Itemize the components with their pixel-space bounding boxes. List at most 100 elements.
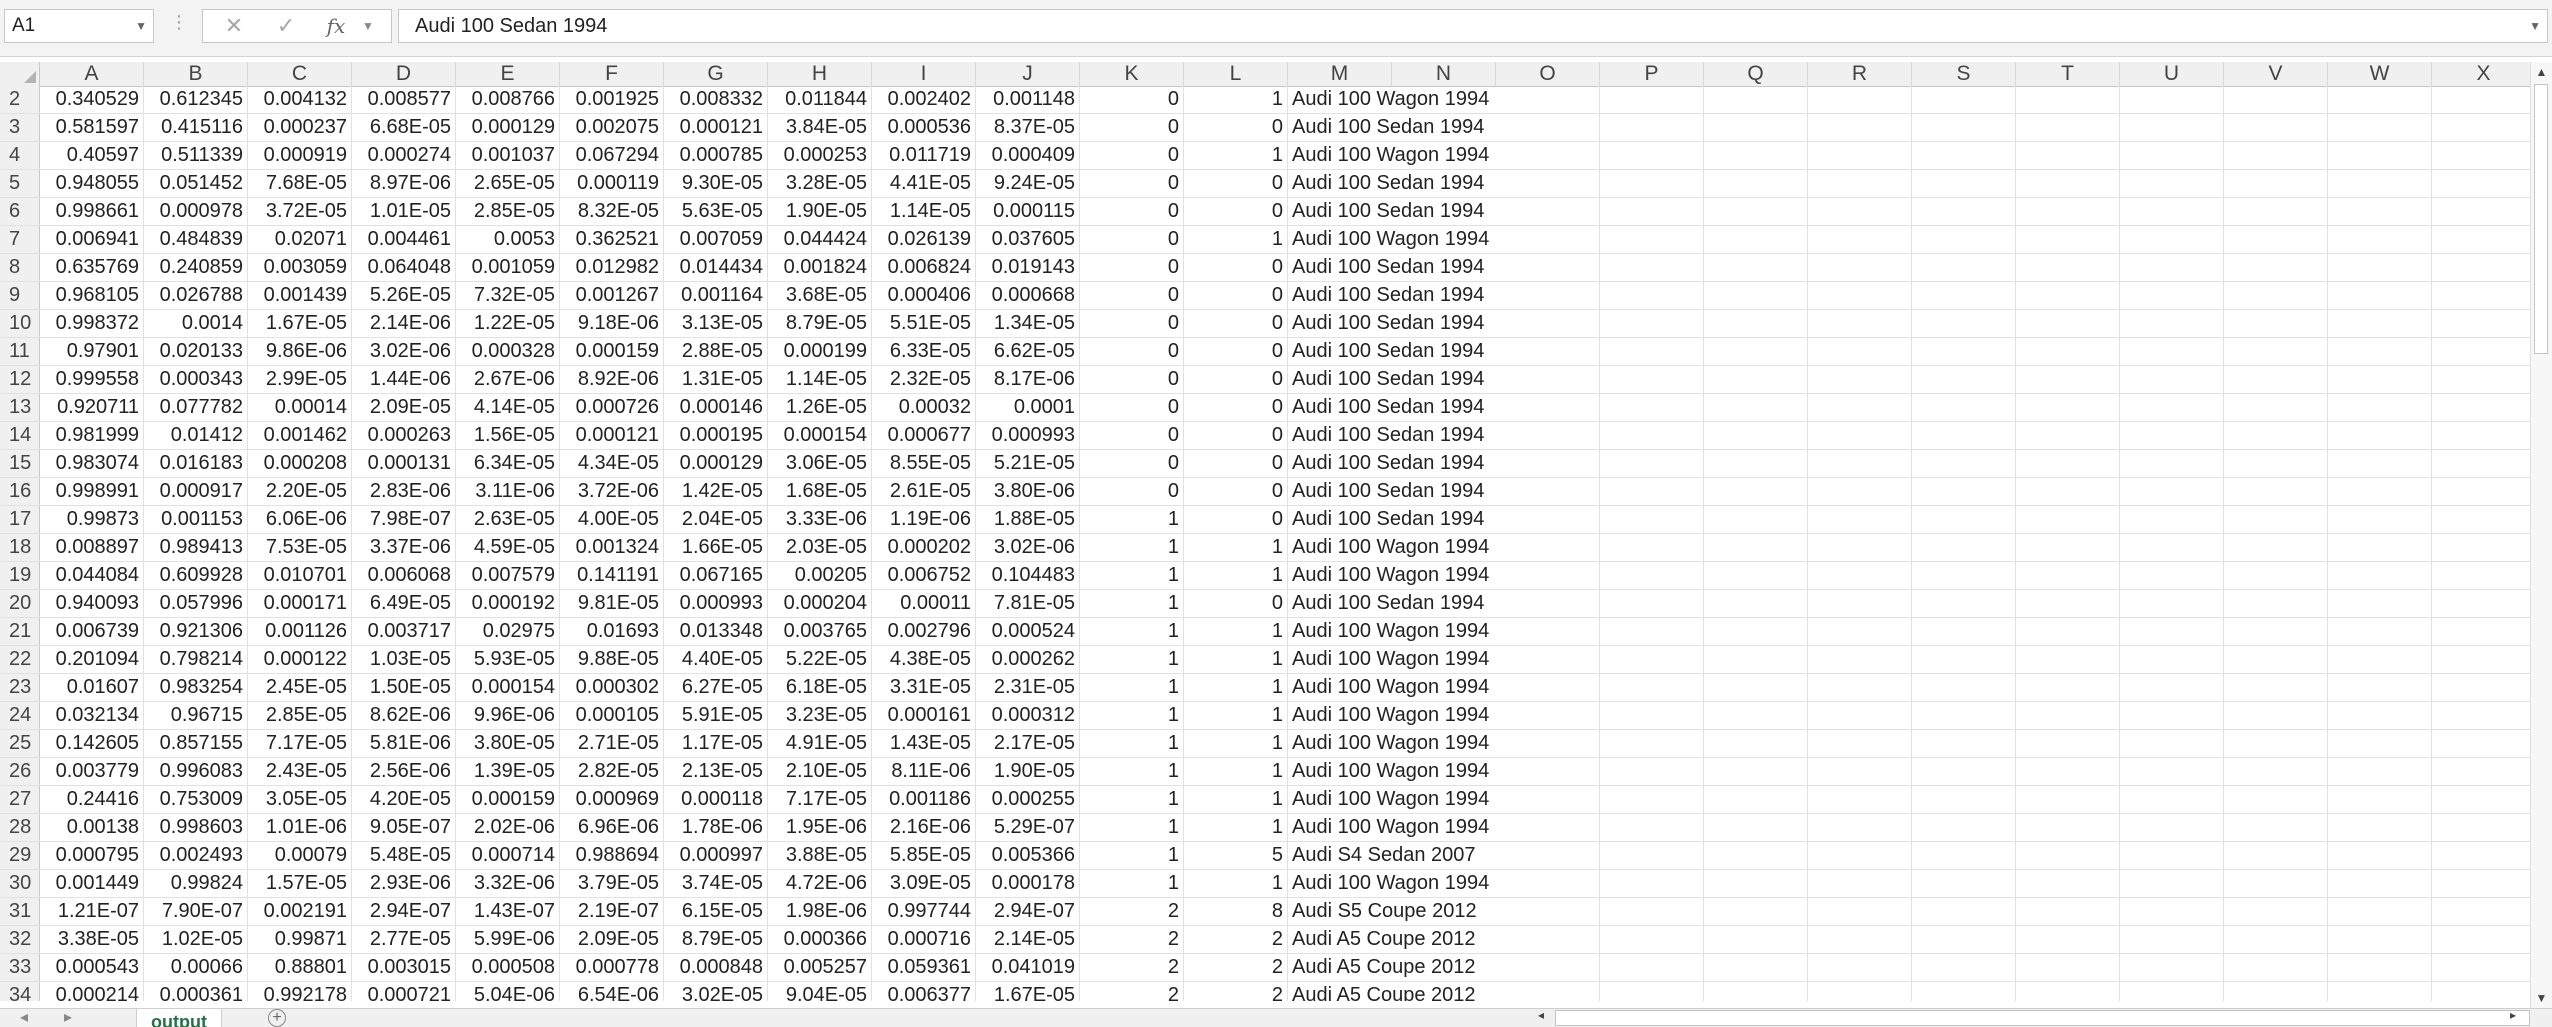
cell-g[interactable]: 0.000785 xyxy=(664,142,768,169)
cell-d[interactable]: 1.44E-06 xyxy=(352,366,456,393)
cell-m[interactable]: Audi A5 Coupe 2012 xyxy=(1288,926,1496,953)
cell-p[interactable] xyxy=(1600,590,1704,617)
cell-e[interactable]: 0.000192 xyxy=(456,590,560,617)
cell-t[interactable] xyxy=(2016,954,2120,981)
cell-u[interactable] xyxy=(2120,786,2224,813)
cell-v[interactable] xyxy=(2224,114,2328,141)
cell-v[interactable] xyxy=(2224,730,2328,757)
cell-d[interactable]: 8.62E-06 xyxy=(352,702,456,729)
cell-w[interactable] xyxy=(2328,814,2432,841)
cell-v[interactable] xyxy=(2224,310,2328,337)
cell-v[interactable] xyxy=(2224,786,2328,813)
cell-p[interactable] xyxy=(1600,562,1704,589)
cell-a[interactable]: 0.940093 xyxy=(40,590,144,617)
cell-p[interactable] xyxy=(1600,618,1704,645)
cell-w[interactable] xyxy=(2328,786,2432,813)
cell-a[interactable]: 0.000795 xyxy=(40,842,144,869)
cell-s[interactable] xyxy=(1912,338,2016,365)
cell-b[interactable]: 0.002493 xyxy=(144,842,248,869)
cell-c[interactable]: 0.001439 xyxy=(248,282,352,309)
cell-c[interactable]: 0.000171 xyxy=(248,590,352,617)
cell-u[interactable] xyxy=(2120,506,2224,533)
cell-j[interactable]: 8.17E-06 xyxy=(976,366,1080,393)
cell-l[interactable]: 0 xyxy=(1184,198,1288,225)
cell-u[interactable] xyxy=(2120,282,2224,309)
cell-o[interactable] xyxy=(1496,170,1600,197)
cell-f[interactable]: 0.01693 xyxy=(560,618,664,645)
cell-r[interactable] xyxy=(1808,114,1912,141)
cell-v[interactable] xyxy=(2224,646,2328,673)
cell-d[interactable]: 0.000721 xyxy=(352,982,456,1001)
cell-p[interactable] xyxy=(1600,338,1704,365)
cell-j[interactable]: 3.02E-06 xyxy=(976,534,1080,561)
cell-j[interactable]: 0.000178 xyxy=(976,870,1080,897)
cell-x[interactable] xyxy=(2432,814,2530,841)
cell-u[interactable] xyxy=(2120,254,2224,281)
cell-r[interactable] xyxy=(1808,562,1912,589)
cell-g[interactable]: 0.000129 xyxy=(664,450,768,477)
cell-m[interactable]: Audi 100 Sedan 1994 xyxy=(1288,310,1496,337)
cell-f[interactable]: 3.79E-05 xyxy=(560,870,664,897)
cell-h[interactable]: 3.84E-05 xyxy=(768,114,872,141)
cell-k[interactable]: 0 xyxy=(1080,478,1184,505)
cell-e[interactable]: 4.59E-05 xyxy=(456,534,560,561)
cell-l[interactable]: 5 xyxy=(1184,842,1288,869)
cell-w[interactable] xyxy=(2328,226,2432,253)
cell-u[interactable] xyxy=(2120,730,2224,757)
cell-d[interactable]: 4.20E-05 xyxy=(352,786,456,813)
cell-f[interactable]: 0.141191 xyxy=(560,562,664,589)
cell-i[interactable]: 1.19E-06 xyxy=(872,506,976,533)
row-header[interactable]: 21 xyxy=(0,618,40,645)
cell-o[interactable] xyxy=(1496,786,1600,813)
cell-l[interactable]: 0 xyxy=(1184,450,1288,477)
row-header[interactable]: 23 xyxy=(0,674,40,701)
cell-p[interactable] xyxy=(1600,646,1704,673)
cell-h[interactable]: 2.03E-05 xyxy=(768,534,872,561)
cell-a[interactable]: 0.40597 xyxy=(40,142,144,169)
cell-w[interactable] xyxy=(2328,702,2432,729)
cell-p[interactable] xyxy=(1600,478,1704,505)
cell-s[interactable] xyxy=(1912,730,2016,757)
cell-f[interactable]: 0.000119 xyxy=(560,170,664,197)
cell-h[interactable]: 0.000199 xyxy=(768,338,872,365)
cell-j[interactable]: 0.000312 xyxy=(976,702,1080,729)
cell-l[interactable]: 1 xyxy=(1184,758,1288,785)
cell-i[interactable]: 5.51E-05 xyxy=(872,310,976,337)
cell-a[interactable]: 0.998991 xyxy=(40,478,144,505)
cell-o[interactable] xyxy=(1496,954,1600,981)
cell-b[interactable]: 0.001153 xyxy=(144,506,248,533)
cell-f[interactable]: 0.002075 xyxy=(560,114,664,141)
cell-f[interactable]: 0.000302 xyxy=(560,674,664,701)
cell-s[interactable] xyxy=(1912,982,2016,1001)
cell-c[interactable]: 1.57E-05 xyxy=(248,870,352,897)
cell-g[interactable]: 5.91E-05 xyxy=(664,702,768,729)
cell-b[interactable]: 0.01412 xyxy=(144,422,248,449)
cell-j[interactable]: 0.000409 xyxy=(976,142,1080,169)
column-header-o[interactable]: O xyxy=(1496,62,1600,86)
vertical-scrollbar[interactable]: ▲ ▼ xyxy=(2530,62,2552,1008)
cell-b[interactable]: 0.240859 xyxy=(144,254,248,281)
cell-b[interactable]: 0.000978 xyxy=(144,198,248,225)
cell-j[interactable]: 0.000993 xyxy=(976,422,1080,449)
cell-e[interactable]: 0.000159 xyxy=(456,786,560,813)
cell-s[interactable] xyxy=(1912,786,2016,813)
cell-v[interactable] xyxy=(2224,422,2328,449)
cell-p[interactable] xyxy=(1600,982,1704,1001)
cell-i[interactable]: 0.00011 xyxy=(872,590,976,617)
cell-k[interactable]: 0 xyxy=(1080,282,1184,309)
cell-s[interactable] xyxy=(1912,478,2016,505)
cell-t[interactable] xyxy=(2016,702,2120,729)
cell-c[interactable]: 0.00014 xyxy=(248,394,352,421)
cell-d[interactable]: 2.14E-06 xyxy=(352,310,456,337)
cell-i[interactable]: 0.002402 xyxy=(872,86,976,113)
cell-d[interactable]: 5.81E-06 xyxy=(352,730,456,757)
cell-j[interactable]: 1.88E-05 xyxy=(976,506,1080,533)
cell-x[interactable] xyxy=(2432,982,2530,1001)
cell-r[interactable] xyxy=(1808,282,1912,309)
row-header[interactable]: 10 xyxy=(0,310,40,337)
cell-h[interactable]: 5.22E-05 xyxy=(768,646,872,673)
cell-d[interactable]: 0.000263 xyxy=(352,422,456,449)
cell-a[interactable]: 0.999558 xyxy=(40,366,144,393)
cell-k[interactable]: 1 xyxy=(1080,842,1184,869)
cell-q[interactable] xyxy=(1704,226,1808,253)
